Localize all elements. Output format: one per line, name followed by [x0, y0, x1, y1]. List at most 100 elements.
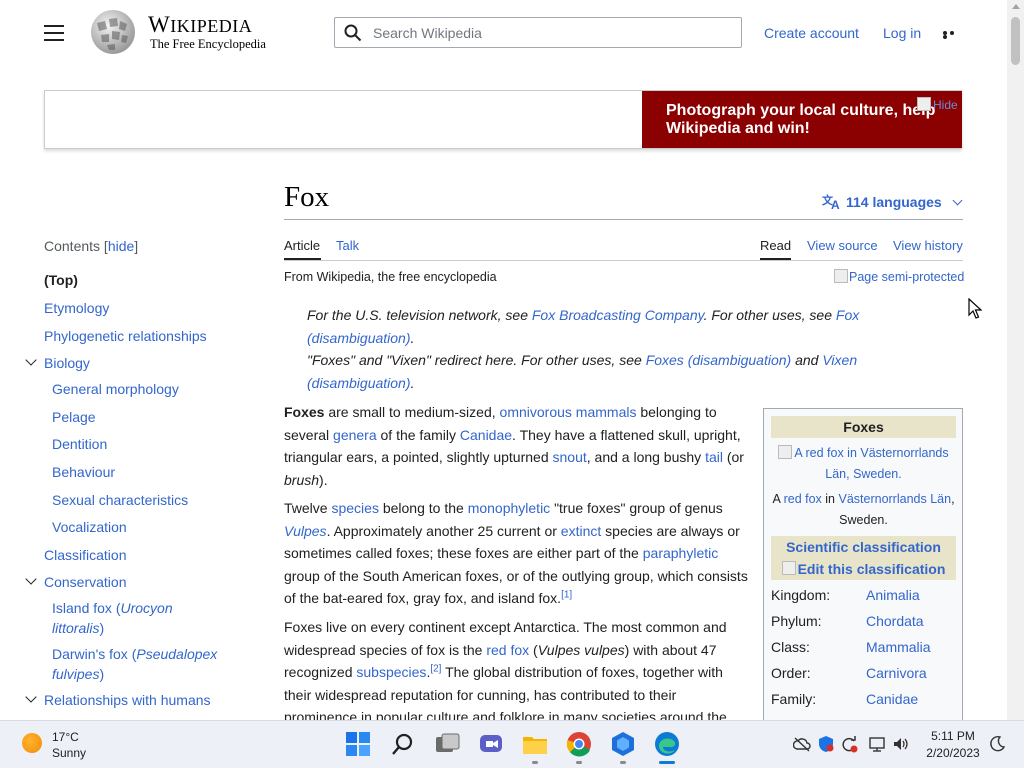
toc-item-island-fox[interactable]: Island fox (Urocyon littoralis): [52, 598, 212, 638]
link-scientific-classification[interactable]: Scientific classification: [786, 539, 941, 555]
languages-button[interactable]: 文 A 114 languages: [822, 193, 963, 212]
taxon-link[interactable]: Chordata: [866, 613, 924, 629]
toc-collapse-biology-icon[interactable]: [25, 354, 37, 366]
toc-item-darwins-fox[interactable]: Darwin's fox (Pseudalopex fulvipes): [52, 644, 232, 684]
semi-protected-indicator[interactable]: Page semi-protected: [834, 269, 964, 284]
weather-temperature[interactable]: 17°C: [52, 730, 79, 744]
page-scrollbar[interactable]: [1007, 0, 1024, 720]
bold-term: Foxes: [284, 404, 325, 420]
weather-condition[interactable]: Sunny: [52, 746, 86, 760]
banner-hide-label: Hide: [933, 98, 958, 112]
toc-item-sexual-characteristics[interactable]: Sexual characteristics: [52, 490, 188, 510]
taxobox-image[interactable]: A red fox in Västernorrlands Län, Sweden…: [771, 443, 956, 485]
link-foxes-disambiguation[interactable]: Foxes (disambiguation): [646, 352, 792, 368]
link-vixen-disambiguation-cont[interactable]: (disambiguation): [307, 375, 411, 391]
link-fox-broadcasting-company[interactable]: Fox Broadcasting Company: [532, 307, 704, 323]
banner-hide-button[interactable]: Hide: [917, 97, 958, 112]
toc-item-dentition[interactable]: Dentition: [52, 434, 107, 454]
focus-moon-icon[interactable]: [988, 735, 1006, 753]
wikipedia-wordmark[interactable]: WIKIPEDIA: [148, 12, 252, 38]
link-paraphyletic[interactable]: paraphyletic: [643, 545, 719, 561]
toc-item-biology[interactable]: Biology: [44, 353, 90, 373]
para-text: belong to the: [378, 500, 468, 516]
tabs-divider: [284, 260, 963, 261]
tab-article[interactable]: Article: [284, 238, 320, 253]
banner-message-panel[interactable]: Photograph your local culture, help Wiki…: [642, 91, 962, 148]
sync-error-icon[interactable]: [840, 735, 858, 753]
toc-item-vocalization[interactable]: Vocalization: [52, 517, 127, 537]
app-icon[interactable]: [610, 731, 636, 757]
link-vulpes[interactable]: Vulpes: [284, 523, 327, 539]
link-genera[interactable]: genera: [333, 427, 377, 443]
security-shield-icon[interactable]: [817, 735, 835, 753]
toc-item-etymology[interactable]: Etymology: [44, 298, 109, 318]
search-icon[interactable]: [390, 731, 416, 757]
toc-item-pelage[interactable]: Pelage: [52, 407, 96, 427]
link-omnivorous[interactable]: omnivorous: [500, 404, 572, 420]
banner-message[interactable]: Photograph your local culture, help Wiki…: [666, 102, 956, 138]
link-monophyletic[interactable]: monophyletic: [468, 500, 551, 516]
volume-icon[interactable]: [892, 735, 910, 753]
sun-icon[interactable]: [22, 733, 42, 753]
taxon-link[interactable]: Animalia: [866, 587, 920, 603]
reference-1[interactable]: [1]: [561, 589, 572, 600]
scientific-classification-header: Scientific classification Edit this class…: [771, 536, 956, 580]
clock-date[interactable]: 2/20/2023: [922, 746, 984, 760]
scrollbar-thumb[interactable]: [1011, 17, 1020, 65]
link-tail[interactable]: tail: [705, 449, 723, 465]
link-snout[interactable]: snout: [553, 449, 587, 465]
create-account-link[interactable]: Create account: [764, 25, 859, 41]
clock-time[interactable]: 5:11 PM: [922, 729, 984, 743]
toc-text: ): [99, 620, 105, 636]
taxon-link[interactable]: Canidae: [866, 691, 918, 707]
toc-hide-link[interactable]: hide: [108, 238, 134, 254]
tab-read[interactable]: Read: [760, 238, 791, 253]
link-extinct[interactable]: extinct: [561, 523, 601, 539]
cloud-offline-icon[interactable]: [793, 735, 811, 753]
file-explorer-icon[interactable]: [522, 731, 548, 757]
more-options-icon[interactable]: [943, 31, 963, 39]
chrome-icon[interactable]: [566, 731, 592, 757]
link-vasternorrlands-lan[interactable]: Västernorrlands Län: [838, 492, 951, 506]
search-input[interactable]: [371, 21, 735, 45]
link-vixen-disambiguation[interactable]: Vixen: [822, 352, 857, 368]
toc-item-top[interactable]: (Top): [44, 270, 78, 290]
link-subspecies[interactable]: subspecies: [356, 664, 426, 680]
tab-view-source[interactable]: View source: [807, 238, 878, 253]
wikipedia-globe-logo[interactable]: [87, 9, 139, 55]
taxon-link[interactable]: Mammalia: [866, 639, 931, 655]
toc-collapse-relationships-icon[interactable]: [25, 691, 37, 703]
scroll-up-arrow-icon[interactable]: [1012, 4, 1020, 9]
active-app-indicator: [659, 761, 675, 764]
toc-collapse-conservation-icon[interactable]: [25, 573, 37, 585]
toc-item-general-morphology[interactable]: General morphology: [52, 379, 179, 399]
toc-item-behaviour[interactable]: Behaviour: [52, 462, 115, 482]
teams-chat-icon[interactable]: [478, 731, 504, 757]
link-fox-disambiguation-cont[interactable]: (disambiguation): [307, 330, 411, 346]
tab-talk[interactable]: Talk: [336, 238, 359, 253]
tab-view-history[interactable]: View history: [893, 238, 963, 253]
edit-classification-link[interactable]: Edit this classification: [781, 561, 946, 577]
toc-item-relationships-with-humans[interactable]: Relationships with humans: [44, 690, 211, 710]
taxon-link[interactable]: Carnivora: [866, 665, 927, 681]
edit-classification-label: Edit this classification: [797, 561, 946, 577]
start-icon[interactable]: [345, 731, 371, 757]
reference-2[interactable]: [2]: [430, 663, 441, 674]
link-fox-disambiguation[interactable]: Fox: [836, 307, 859, 323]
search-box[interactable]: [334, 17, 742, 48]
link-species[interactable]: species: [331, 500, 378, 516]
toc-item-phylogenetic-relationships[interactable]: Phylogenetic relationships: [44, 326, 207, 346]
main-menu-button[interactable]: [44, 25, 64, 41]
link-mammals[interactable]: mammals: [576, 404, 637, 420]
link-red-fox[interactable]: red fox: [486, 642, 529, 658]
toc-item-classification[interactable]: Classification: [44, 545, 126, 565]
link-canidae[interactable]: Canidae: [460, 427, 512, 443]
link-red-fox-caption[interactable]: red fox: [784, 492, 822, 506]
intro-paragraph-2: Twelve species belong to the monophyleti…: [284, 497, 750, 610]
network-icon[interactable]: [868, 735, 886, 753]
hatnote-text: .: [410, 374, 415, 391]
toc-item-conservation[interactable]: Conservation: [44, 572, 127, 592]
task-view-icon[interactable]: [434, 731, 460, 757]
log-in-link[interactable]: Log in: [883, 25, 921, 41]
edge-icon[interactable]: [654, 731, 680, 757]
